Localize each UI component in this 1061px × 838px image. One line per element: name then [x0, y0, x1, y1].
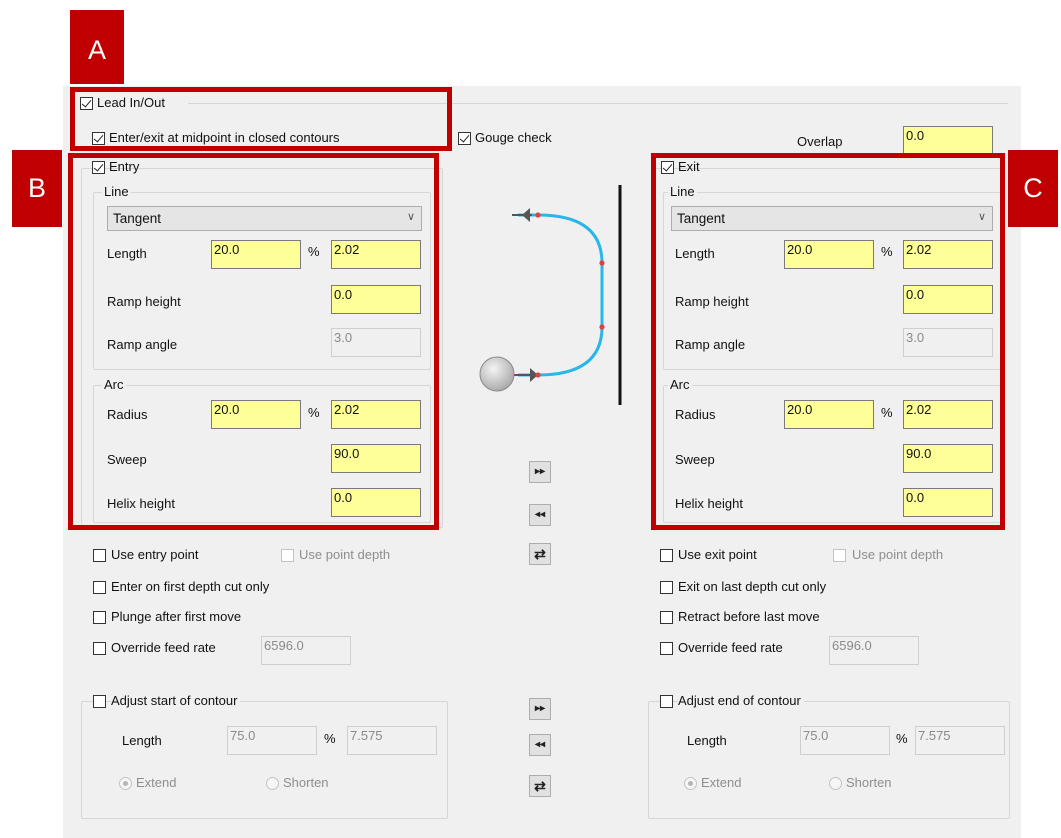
- retract-checkbox[interactable]: [660, 611, 673, 624]
- adjust-forward-button[interactable]: ▸▸: [529, 698, 551, 720]
- entry-override-feed-checkbox[interactable]: [93, 642, 106, 655]
- annotation-tag-b: B: [12, 150, 62, 227]
- swap-button[interactable]: ⇄: [529, 543, 551, 565]
- exit-to-entry-button[interactable]: ◂◂: [529, 504, 551, 526]
- entry-feed-field: 6596.0: [261, 636, 351, 665]
- use-exit-point-checkbox[interactable]: [660, 549, 673, 562]
- exit-extend-radio[interactable]: [684, 777, 697, 790]
- adjust-swap-button[interactable]: ⇄: [529, 775, 551, 797]
- use-entry-point-label: Use entry point: [111, 547, 199, 562]
- exit-extend-label: Extend: [701, 775, 742, 790]
- entry-shorten-radio[interactable]: [266, 777, 279, 790]
- entry-use-point-depth-checkbox[interactable]: [281, 549, 294, 562]
- retract-label: Retract before last move: [678, 609, 820, 624]
- adjust-start-pct-field: 75.0: [227, 726, 317, 755]
- exit-use-point-depth-checkbox[interactable]: [833, 549, 846, 562]
- lead-path-preview-icon: [479, 185, 622, 405]
- annotation-tag-a: A: [70, 10, 124, 84]
- gouge-check-label: Gouge check: [475, 130, 552, 145]
- adjust-end-label: Adjust end of contour: [678, 693, 804, 709]
- adjust-end-pct-symbol: %: [896, 731, 908, 746]
- annotation-box-a: [70, 87, 452, 151]
- entry-extend-label: Extend: [136, 775, 177, 790]
- adjust-back-button[interactable]: ◂◂: [529, 734, 551, 756]
- adjust-end-pct-field: 75.0: [800, 726, 890, 755]
- entry-extend-radio[interactable]: [119, 777, 132, 790]
- adjust-start-checkbox[interactable]: [93, 695, 106, 708]
- exit-shorten-radio[interactable]: [829, 777, 842, 790]
- plunge-checkbox[interactable]: [93, 611, 106, 624]
- adjust-start-label: Adjust start of contour: [111, 693, 241, 709]
- last-depth-label: Exit on last depth cut only: [678, 579, 827, 594]
- gouge-check-checkbox[interactable]: [458, 132, 471, 145]
- adjust-end-length-label: Length: [687, 733, 727, 748]
- adjust-end-abs-field: 7.575: [915, 726, 1005, 755]
- exit-override-feed-label: Override feed rate: [678, 640, 783, 655]
- overlap-label: Overlap: [797, 134, 843, 149]
- overlap-field[interactable]: 0.0: [903, 126, 993, 155]
- entry-shorten-label: Shorten: [283, 775, 329, 790]
- exit-use-point-depth-label: Use point depth: [852, 547, 944, 562]
- adjust-start-pct-symbol: %: [324, 731, 336, 746]
- adjust-start-abs-field: 7.575: [347, 726, 437, 755]
- adjust-end-checkbox[interactable]: [660, 695, 673, 708]
- annotation-tag-c: C: [1008, 150, 1058, 227]
- exit-feed-field: 6596.0: [829, 636, 919, 665]
- plunge-label: Plunge after first move: [111, 609, 242, 624]
- adjust-start-group: [81, 701, 448, 819]
- adjust-start-length-label: Length: [122, 733, 162, 748]
- use-entry-point-checkbox[interactable]: [93, 549, 106, 562]
- entry-use-point-depth-label: Use point depth: [299, 547, 391, 562]
- first-depth-label: Enter on first depth cut only: [111, 579, 270, 594]
- annotation-box-c: [651, 153, 1005, 530]
- entry-override-feed-label: Override feed rate: [111, 640, 216, 655]
- entry-to-exit-button[interactable]: ▸▸: [529, 461, 551, 483]
- use-exit-point-label: Use exit point: [678, 547, 757, 562]
- first-depth-checkbox[interactable]: [93, 581, 106, 594]
- exit-shorten-label: Shorten: [846, 775, 892, 790]
- last-depth-checkbox[interactable]: [660, 581, 673, 594]
- exit-override-feed-checkbox[interactable]: [660, 642, 673, 655]
- annotation-box-b: [68, 153, 439, 530]
- adjust-end-group: [648, 701, 1010, 819]
